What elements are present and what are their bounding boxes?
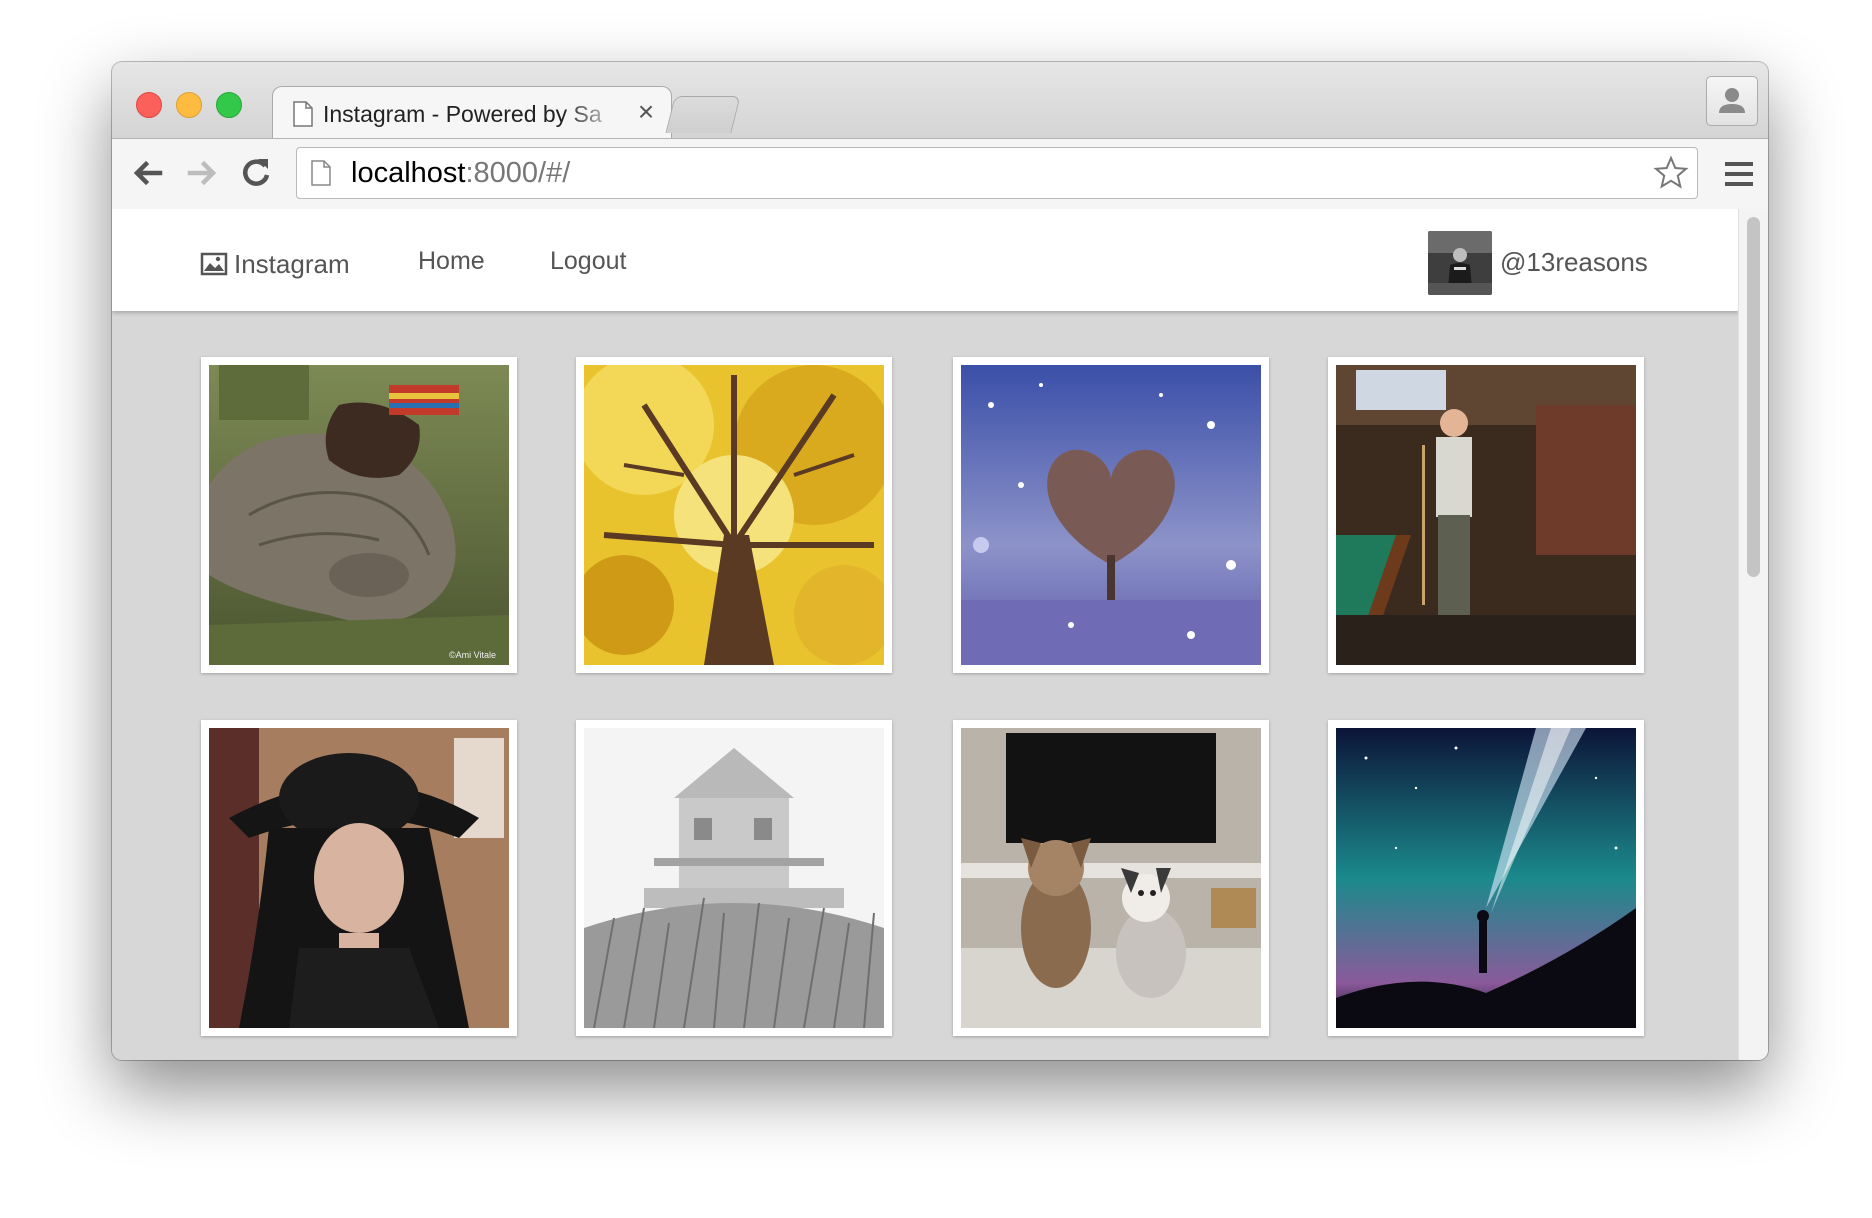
browser-toolbar: localhost:8000/#/ bbox=[112, 138, 1768, 210]
avatar[interactable] bbox=[1428, 231, 1492, 295]
profile-button[interactable] bbox=[1706, 76, 1758, 126]
nav-logout-link[interactable]: Logout bbox=[550, 247, 626, 276]
tab-title: Instagram - Powered by Sa bbox=[323, 101, 602, 127]
page-icon bbox=[311, 160, 331, 186]
photo-watermark: ©Ami Vitale bbox=[449, 650, 496, 660]
photo-tile[interactable] bbox=[1328, 357, 1644, 673]
tab-strip: Instagram - Powered by Sa × bbox=[112, 62, 1768, 141]
photo-pool-player bbox=[1336, 365, 1636, 665]
url-text[interactable]: localhost:8000/#/ bbox=[351, 157, 570, 189]
close-window-button[interactable] bbox=[136, 92, 162, 118]
picture-icon bbox=[200, 252, 228, 276]
username-link[interactable]: @13reasons bbox=[1500, 247, 1648, 278]
bookmark-star-icon[interactable] bbox=[1653, 155, 1689, 191]
page-viewport: Instagram Home Logout @13reasons ©Ami Vi… bbox=[112, 209, 1768, 1060]
url-host: localhost bbox=[351, 157, 466, 189]
photo-tile[interactable] bbox=[953, 357, 1269, 673]
back-arrow-icon[interactable] bbox=[126, 151, 170, 195]
scrollbar-thumb[interactable] bbox=[1747, 217, 1760, 577]
photo-yellow-tree bbox=[584, 365, 884, 665]
active-tab[interactable]: Instagram - Powered by Sa × bbox=[272, 86, 672, 141]
photo-tile[interactable] bbox=[576, 720, 892, 1036]
address-bar[interactable]: localhost:8000/#/ bbox=[296, 147, 1698, 199]
brand-label: Instagram bbox=[234, 248, 350, 279]
reload-icon[interactable] bbox=[234, 151, 278, 195]
person-icon bbox=[1719, 88, 1745, 113]
photo-woman-hat bbox=[209, 728, 509, 1028]
minimize-window-button[interactable] bbox=[176, 92, 202, 118]
app-navbar: Instagram Home Logout @13reasons bbox=[112, 209, 1739, 311]
photo-tile[interactable] bbox=[1328, 720, 1644, 1036]
avatar-image bbox=[1428, 231, 1492, 295]
photo-tile[interactable]: ©Ami Vitale bbox=[201, 357, 517, 673]
photo-tile[interactable] bbox=[953, 720, 1269, 1036]
menu-icon[interactable] bbox=[1722, 157, 1756, 191]
photo-rhino: ©Ami Vitale bbox=[209, 365, 509, 665]
scrollbar[interactable] bbox=[1738, 209, 1768, 1060]
photo-light-beam bbox=[1336, 728, 1636, 1028]
new-tab-button[interactable] bbox=[665, 96, 741, 133]
brand-link[interactable]: Instagram bbox=[200, 247, 350, 281]
page-icon bbox=[293, 101, 313, 127]
url-path: :8000/#/ bbox=[465, 157, 571, 189]
zoom-window-button[interactable] bbox=[216, 92, 242, 118]
photo-tile[interactable] bbox=[201, 720, 517, 1036]
tab-close-icon[interactable]: × bbox=[633, 96, 659, 127]
browser-window: Instagram - Powered by Sa × localhost:80… bbox=[112, 62, 1768, 1060]
photo-foggy-house bbox=[584, 728, 884, 1028]
photo-tile[interactable] bbox=[576, 357, 892, 673]
photo-heart-tree bbox=[961, 365, 1261, 665]
forward-arrow-icon[interactable] bbox=[180, 151, 224, 195]
photo-puppies bbox=[961, 728, 1261, 1028]
nav-home-link[interactable]: Home bbox=[418, 247, 485, 276]
